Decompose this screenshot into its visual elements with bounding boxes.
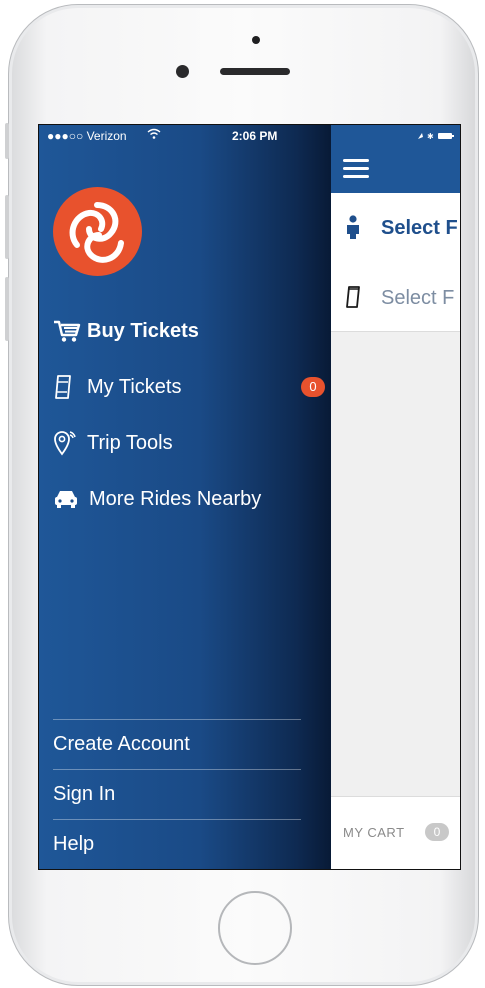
logo-knot-icon	[69, 202, 124, 263]
create-account-link[interactable]: Create Account	[53, 719, 301, 769]
drawer-menu: Buy Tickets My Tickets 0 Trip Tools More…	[53, 303, 325, 527]
sign-in-link[interactable]: Sign In	[53, 769, 301, 819]
cart-icon	[53, 319, 87, 343]
menu-item-my-tickets[interactable]: My Tickets 0	[53, 359, 325, 415]
ticket-icon	[53, 374, 87, 400]
mute-switch	[5, 123, 9, 159]
volume-up-button	[5, 195, 9, 259]
menu-item-trip-tools[interactable]: Trip Tools	[53, 415, 325, 471]
home-button[interactable]	[218, 891, 292, 965]
svg-text:✱: ✱	[427, 132, 434, 141]
menu-item-buy-tickets[interactable]: Buy Tickets	[53, 303, 325, 359]
main-content-panel: ✱ Select F Select F MY CART 0	[331, 125, 460, 869]
menu-label-buy-tickets: Buy Tickets	[87, 319, 199, 342]
select-fare-label: Select F	[381, 287, 455, 309]
select-rider-row[interactable]: Select F	[331, 193, 460, 266]
app-header: ✱	[331, 125, 460, 193]
menu-label-my-tickets: My Tickets	[87, 375, 182, 398]
menu-item-more-rides-nearby[interactable]: More Rides Nearby	[53, 471, 325, 527]
location-pin-icon	[53, 430, 87, 456]
volume-down-button	[5, 277, 9, 341]
navigation-drawer: ●●●○○ Verizon 2:06 PM Buy Tickets My Tic…	[39, 125, 331, 869]
menu-label-trip-tools: Trip Tools	[87, 431, 173, 454]
status-icons: ✱	[416, 131, 456, 144]
mobile-ticket-icon	[345, 285, 361, 314]
select-fare-row[interactable]: Select F	[331, 265, 460, 332]
help-link[interactable]: Help	[53, 819, 301, 869]
status-bar: ●●●○○ Verizon 2:06 PM	[47, 129, 323, 143]
person-icon	[345, 215, 361, 244]
menu-toggle-icon[interactable]	[343, 159, 369, 179]
status-time: 2:06 PM	[232, 129, 278, 143]
menu-label-more-rides-nearby: More Rides Nearby	[89, 487, 262, 510]
select-rider-label: Select F	[381, 217, 458, 239]
earpiece-speaker	[220, 68, 290, 75]
cart-count-badge: 0	[425, 823, 449, 841]
tickets-count-badge: 0	[301, 377, 325, 397]
carrier-label: ●●●○○ Verizon	[47, 129, 127, 143]
phone-screen: ●●●○○ Verizon 2:06 PM Buy Tickets My Tic…	[38, 124, 461, 870]
drawer-account-links: Create Account Sign In Help	[53, 719, 301, 869]
app-logo	[53, 187, 142, 276]
my-cart-label: MY CART	[343, 825, 405, 840]
proximity-sensor	[252, 36, 260, 44]
front-camera	[176, 65, 189, 78]
car-icon	[53, 488, 89, 510]
wifi-icon	[147, 128, 161, 143]
cart-bar[interactable]: MY CART 0	[331, 796, 460, 869]
